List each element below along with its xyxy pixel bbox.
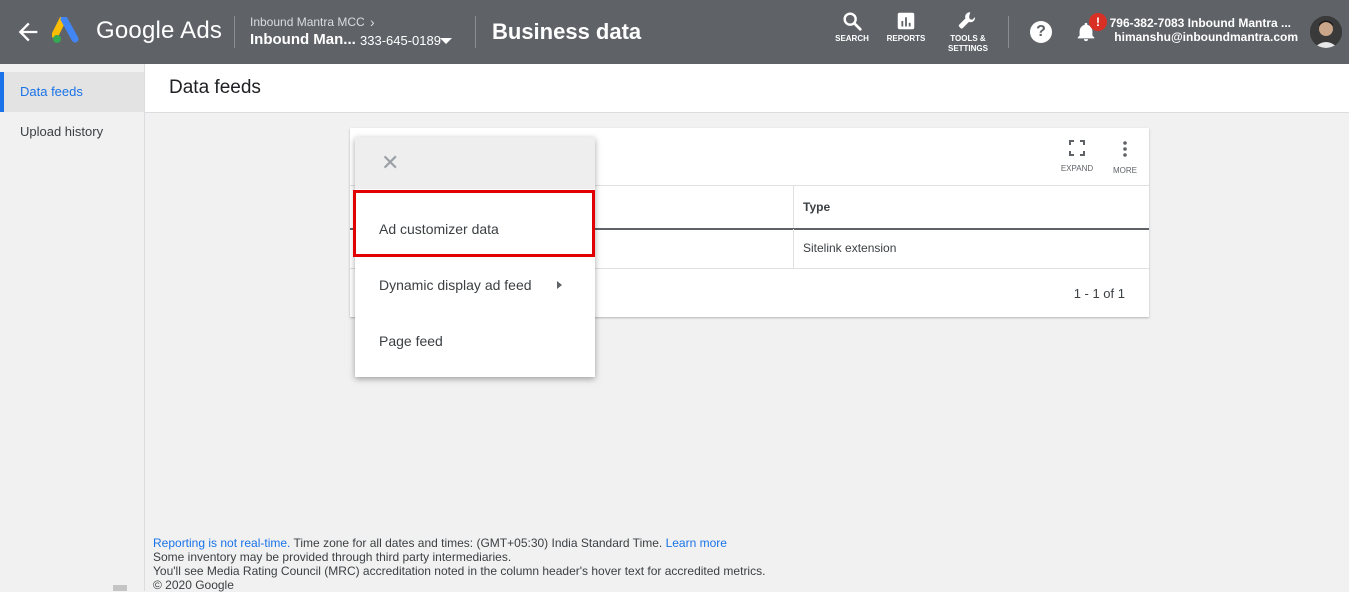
search-button[interactable]: SEARCH [833, 10, 871, 44]
user-email[interactable]: himanshu@inboundmantra.com [1114, 30, 1298, 44]
reports-button[interactable]: REPORTS [884, 10, 928, 44]
learn-more-link[interactable]: Learn more [666, 536, 727, 550]
user-account-label[interactable]: 796-382-7083 Inbound Mantra ... [1110, 16, 1291, 30]
help-icon[interactable]: ? [1030, 21, 1052, 43]
avatar[interactable] [1310, 16, 1342, 48]
sidebar-collapse-handle[interactable] [113, 585, 127, 591]
footer-mrc-text: You'll see Media Rating Council (MRC) ac… [153, 564, 766, 578]
close-icon[interactable]: ✕ [381, 152, 399, 174]
account-dropdown-icon[interactable] [440, 38, 452, 44]
menu-item-page-feed[interactable]: Page feed [355, 313, 595, 369]
pagination-label: 1 - 1 of 1 [1073, 286, 1125, 301]
new-feed-menu: ✕ Ad customizer data Dynamic display ad … [355, 137, 595, 377]
wrench-icon [958, 12, 976, 29]
more-vert-icon [1123, 141, 1127, 157]
reports-icon [897, 12, 915, 30]
fullscreen-icon [1069, 140, 1085, 156]
avatar-image-icon [1310, 16, 1342, 48]
page-header: Data feeds [145, 64, 1349, 113]
footer: Reporting is not real-time. Time zone fo… [153, 536, 765, 592]
google-ads-logo-icon [52, 17, 79, 43]
search-label: SEARCH [835, 34, 869, 43]
reporting-link[interactable]: Reporting is not real-time. [153, 536, 290, 550]
back-arrow-icon[interactable] [14, 18, 42, 46]
submenu-arrow-icon [557, 281, 562, 289]
divider [234, 16, 235, 48]
tools-label: TOOLS & SETTINGS [947, 34, 988, 53]
footer-inventory-text: Some inventory may be provided through t… [153, 550, 512, 564]
account-name[interactable]: Inbound Man... [250, 31, 356, 48]
cell-type: Sitelink extension [793, 229, 1143, 268]
timezone-text: Time zone for all dates and times: (GMT+… [290, 536, 666, 550]
expand-button[interactable]: EXPAND [1057, 140, 1097, 173]
divider [1008, 16, 1009, 48]
divider [475, 16, 476, 48]
page-title: Data feeds [169, 77, 261, 98]
top-app-bar: Google Ads Inbound Mantra MCC › Inbound … [0, 0, 1349, 64]
more-label: MORE [1113, 166, 1137, 175]
page-heading: Business data [492, 19, 642, 44]
search-icon [843, 12, 862, 31]
menu-item-dynamic-display-ad-feed[interactable]: Dynamic display ad feed [355, 257, 595, 313]
tools-settings-button[interactable]: TOOLS & SETTINGS [942, 10, 994, 54]
menu-item-label: Dynamic display ad feed [379, 277, 532, 293]
more-button[interactable]: MORE [1105, 140, 1145, 175]
sidebar: Data feeds Upload history [0, 64, 145, 591]
brand-name: Google Ads [96, 17, 223, 44]
menu-header: ✕ [355, 137, 595, 189]
menu-item-ad-customizer-data[interactable]: Ad customizer data [355, 201, 595, 257]
sidebar-item-upload-history[interactable]: Upload history [0, 112, 144, 152]
chevron-right-icon: › [370, 14, 375, 30]
notification-badge: ! [1089, 13, 1107, 31]
column-header-type[interactable]: Type [793, 186, 1143, 228]
account-id[interactable]: 333-645-0189 [360, 33, 441, 48]
sidebar-item-data-feeds[interactable]: Data feeds [0, 72, 144, 112]
reports-label: REPORTS [886, 34, 926, 43]
copyright-text: © 2020 Google [153, 578, 234, 592]
parent-account-label[interactable]: Inbound Mantra MCC [250, 15, 365, 29]
expand-label: EXPAND [1060, 164, 1094, 173]
